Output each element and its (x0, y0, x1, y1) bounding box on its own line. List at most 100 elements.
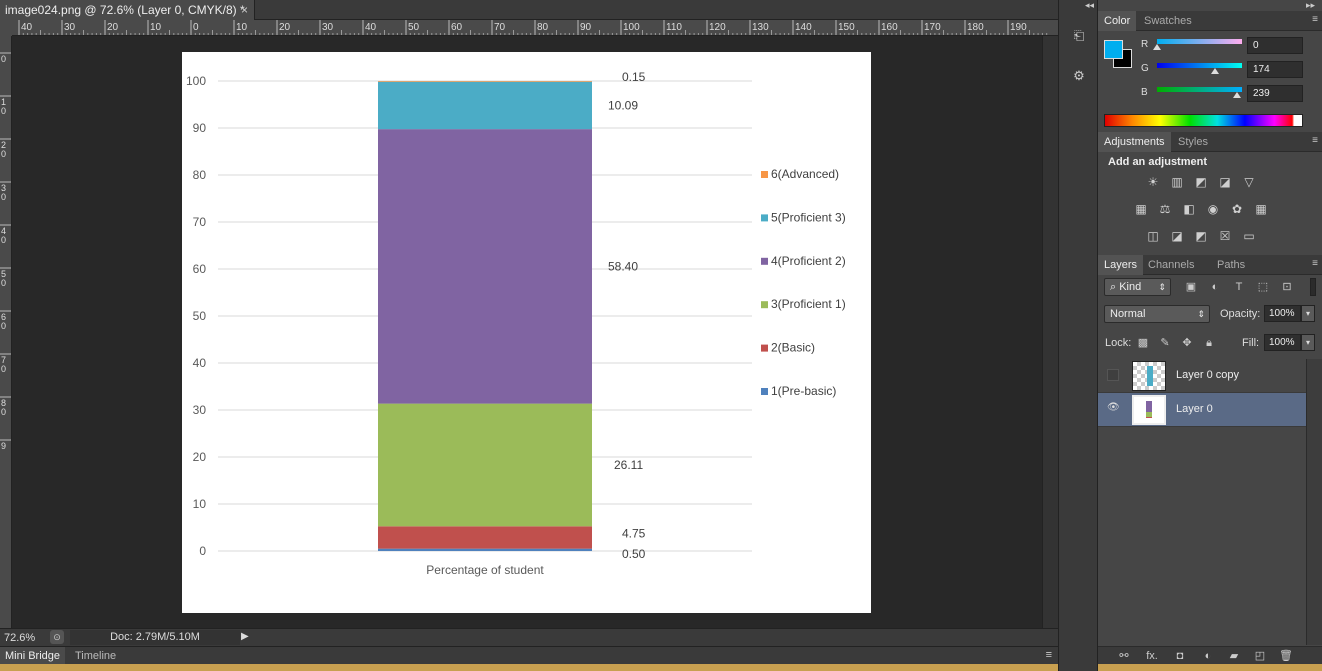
history-icon[interactable]: ⎗ (1069, 26, 1089, 46)
collapse-icon[interactable]: ◂◂ (1085, 0, 1094, 11)
document-tab-bar: image024.png @ 72.6% (Layer 0, CMYK/8) *… (0, 0, 1058, 20)
data-label: 58.40 (608, 259, 638, 273)
tab-channels[interactable]: Channels (1142, 255, 1200, 275)
status-menu-arrow-icon[interactable]: ▶ (241, 631, 249, 642)
filter-toggle[interactable] (1310, 278, 1316, 296)
layer-name[interactable]: Layer 0 (1176, 403, 1213, 415)
brightness-contrast-icon[interactable]: ☀ (1145, 174, 1161, 190)
fill-field[interactable]: 100% (1264, 334, 1301, 351)
green-track[interactable] (1157, 63, 1242, 68)
close-icon[interactable]: × (241, 0, 248, 20)
blue-track[interactable] (1157, 87, 1242, 92)
layer-thumbnail (1132, 395, 1166, 425)
opacity-dropdown-icon[interactable]: ▾ (1301, 305, 1315, 322)
panel-collapse-icon[interactable]: ▸▸ (1306, 0, 1315, 11)
shape-filter-icon[interactable]: ⬚ (1255, 279, 1271, 295)
tab-color[interactable]: Color (1098, 11, 1137, 31)
new-group-icon[interactable]: ▰ (1226, 648, 1242, 664)
layers-scrollbar[interactable] (1306, 359, 1322, 645)
adjustments-panel-menu-icon[interactable]: ≡ (1312, 135, 1318, 146)
add-mask-icon[interactable]: ◘ (1172, 648, 1188, 664)
document-info[interactable]: Doc: 2.79M/5.10M (70, 630, 240, 645)
kind-label: Kind (1119, 281, 1142, 293)
trash-icon[interactable]: 🗑︎ (1278, 648, 1294, 664)
tab-mini-bridge[interactable]: Mini Bridge (0, 647, 66, 665)
blue-label: B (1141, 87, 1148, 98)
properties-icon[interactable]: ⚙ (1069, 66, 1089, 86)
ruler-label: 10 (150, 22, 162, 33)
hue-saturation-icon[interactable]: ▦ (1133, 201, 1149, 217)
horizontal-ruler[interactable]: 40 30 20 10 0 10 20 30 40 50 60 70 80 90 100 110 120 130 1… (12, 20, 1058, 36)
opacity-field[interactable]: 100% (1264, 305, 1301, 322)
visibility-toggle[interactable] (1107, 369, 1119, 381)
new-adjustment-layer-icon[interactable]: ◐ (1200, 648, 1216, 664)
color-spectrum[interactable] (1104, 114, 1303, 127)
document-canvas[interactable]: 0 10 20 30 40 50 60 70 80 90 100 0.50 4.75 26.11 58.40… (182, 52, 871, 613)
pixel-filter-icon[interactable]: ▣ (1183, 279, 1199, 295)
blue-slider[interactable]: B 239 (1138, 85, 1318, 105)
foreground-color-swatch[interactable] (1104, 40, 1123, 59)
type-filter-icon[interactable]: T (1231, 279, 1247, 295)
ruler-label: 60 (451, 22, 463, 33)
exposure-icon[interactable]: ◪ (1217, 174, 1233, 190)
blend-mode-select[interactable]: Normal ⇕ (1104, 305, 1210, 323)
smart-object-filter-icon[interactable]: ⊡ (1279, 279, 1295, 295)
eye-icon[interactable]: 👁︎ (1107, 403, 1120, 415)
red-value-field[interactable]: 0 (1247, 37, 1303, 54)
red-track[interactable] (1157, 39, 1242, 44)
layer-filter-kind-select[interactable]: ⌕ Kind ⇕ (1104, 278, 1171, 296)
ruler-label: 0 (1, 106, 6, 116)
blue-thumb[interactable] (1232, 92, 1241, 98)
layers-panel-menu-icon[interactable]: ≡ (1312, 258, 1318, 269)
layer-row-layer-0[interactable]: 👁︎ Layer 0 (1098, 393, 1306, 427)
photo-filter-icon[interactable]: ◉ (1205, 201, 1221, 217)
adjustment-filter-icon[interactable]: ◐ (1207, 279, 1223, 295)
tab-layers[interactable]: Layers (1098, 255, 1144, 275)
threshold-icon[interactable]: ◩ (1193, 228, 1209, 244)
lock-image-pixels-icon[interactable]: ✎ (1157, 335, 1173, 351)
status-bar: 72.6% ⊙ Doc: 2.79M/5.10M ▶ (0, 628, 1058, 646)
ruler-label: 70 (494, 22, 506, 33)
link-layers-icon[interactable]: ⚯ (1116, 648, 1132, 664)
new-layer-icon[interactable]: ◰ (1252, 648, 1268, 664)
ruler-label: 160 (881, 22, 898, 33)
vertical-scrollbar[interactable] (1042, 36, 1058, 628)
color-lookup-icon[interactable]: ▦ (1253, 201, 1269, 217)
green-thumb[interactable] (1210, 68, 1219, 74)
lock-position-icon[interactable]: ✥ (1179, 335, 1195, 351)
tab-swatches[interactable]: Swatches (1138, 11, 1198, 31)
invert-icon[interactable]: ◫ (1145, 228, 1161, 244)
tab-timeline[interactable]: Timeline (70, 647, 121, 665)
color-panel-menu-icon[interactable]: ≡ (1312, 14, 1318, 25)
panel-menu-icon[interactable]: ≡ (1046, 649, 1052, 661)
vibrance-icon[interactable]: ▽ (1241, 174, 1257, 190)
green-value-field[interactable]: 174 (1247, 61, 1303, 78)
gradient-map-icon[interactable]: ▭ (1241, 228, 1257, 244)
blue-value-field[interactable]: 239 (1247, 85, 1303, 102)
color-balance-icon[interactable]: ⚖ (1157, 201, 1173, 217)
tab-adjustments[interactable]: Adjustments (1098, 132, 1171, 152)
tab-paths[interactable]: Paths (1211, 255, 1251, 275)
zoom-options-icon[interactable]: ⊙ (50, 630, 64, 644)
channel-mixer-icon[interactable]: ✿ (1229, 201, 1245, 217)
green-slider[interactable]: G 174 (1138, 61, 1318, 81)
vertical-ruler[interactable]: 010203040506070809 (0, 36, 12, 628)
red-thumb[interactable] (1153, 44, 1161, 50)
posterize-icon[interactable]: ◪ (1169, 228, 1185, 244)
layer-style-icon[interactable]: fx. (1144, 648, 1160, 664)
zoom-level[interactable]: 72.6% (4, 631, 46, 645)
levels-icon[interactable]: ▥ (1169, 174, 1185, 190)
ruler-label: 30 (64, 22, 76, 33)
lock-all-icon[interactable]: 🔒︎ (1201, 335, 1217, 351)
document-tab[interactable]: image024.png @ 72.6% (Layer 0, CMYK/8) *… (0, 0, 255, 20)
legend-swatch (761, 214, 768, 222)
layer-row-layer-0-copy[interactable]: Layer 0 copy (1098, 359, 1306, 393)
tab-styles[interactable]: Styles (1172, 132, 1214, 152)
black-white-icon[interactable]: ◧ (1181, 201, 1197, 217)
red-slider[interactable]: R 0 (1138, 37, 1318, 57)
layer-name[interactable]: Layer 0 copy (1176, 369, 1239, 381)
lock-transparent-pixels-icon[interactable]: ▩ (1135, 335, 1151, 351)
fill-dropdown-icon[interactable]: ▾ (1301, 334, 1315, 351)
curves-icon[interactable]: ◩ (1193, 174, 1209, 190)
selective-color-icon[interactable]: ☒ (1217, 228, 1233, 244)
